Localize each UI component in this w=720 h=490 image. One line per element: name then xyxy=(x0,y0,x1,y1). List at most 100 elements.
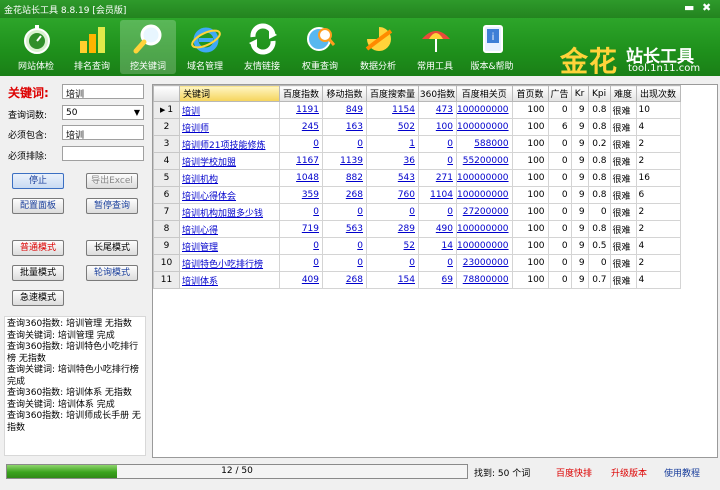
table-row[interactable]: 7 培训机构加盟多少钱 0 0 0 0 27200000 100 0 9 0 很难 2 xyxy=(153,203,681,221)
baidu-index-cell-value[interactable]: 1048 xyxy=(296,173,319,183)
col-baidu-index[interactable]: 百度指数 xyxy=(279,85,323,102)
keyword-cell[interactable]: 培训心得 xyxy=(179,220,280,238)
index-360-cell[interactable]: 0 xyxy=(418,254,457,272)
config-panel-button[interactable]: 配置面板 xyxy=(12,198,64,214)
related-pages-cell[interactable]: 55200000 xyxy=(456,152,513,170)
pause-query-button[interactable]: 暂停查询 xyxy=(86,198,138,214)
index-360-cell[interactable]: 1104 xyxy=(418,186,457,204)
stop-button[interactable]: 停止 xyxy=(12,173,64,189)
include-input[interactable]: 培训 xyxy=(62,125,144,141)
search-volume-cell[interactable]: 1 xyxy=(366,135,419,153)
index-360-cell-value[interactable]: 473 xyxy=(436,105,453,115)
upgrade-link[interactable]: 升级版本 xyxy=(611,466,647,479)
related-pages-cell[interactable]: 100000000 xyxy=(456,186,513,204)
keyword-cell-value[interactable]: 培训管理 xyxy=(182,243,218,253)
col-ads[interactable]: 广告 xyxy=(547,85,572,102)
baidu-index-cell[interactable]: 0 xyxy=(279,237,323,255)
baidu-index-cell[interactable]: 245 xyxy=(279,118,323,136)
mobile-index-cell[interactable]: 163 xyxy=(322,118,367,136)
long-tail-mode-button[interactable]: 长尾模式 xyxy=(86,240,138,256)
index-360-cell[interactable]: 14 xyxy=(418,237,457,255)
mobile-index-cell-value[interactable]: 1139 xyxy=(340,156,363,166)
mobile-index-cell-value[interactable]: 849 xyxy=(346,105,363,115)
tool-version-help[interactable]: i 版本&帮助 xyxy=(464,20,520,74)
related-pages-cell-value[interactable]: 23000000 xyxy=(463,258,509,268)
mobile-index-cell-value[interactable]: 268 xyxy=(346,190,363,200)
index-360-cell-value[interactable]: 100 xyxy=(436,122,453,132)
baidu-index-cell-value[interactable]: 0 xyxy=(313,139,319,149)
related-pages-cell[interactable]: 100000000 xyxy=(456,118,513,136)
related-pages-cell-value[interactable]: 100000000 xyxy=(457,122,508,132)
keyword-cell-value[interactable]: 培训机构 xyxy=(182,175,218,185)
search-volume-cell-value[interactable]: 760 xyxy=(398,190,415,200)
mobile-index-cell[interactable]: 849 xyxy=(322,101,367,119)
keyword-cell-value[interactable]: 培训心得体会 xyxy=(182,192,236,202)
mobile-index-cell[interactable]: 563 xyxy=(322,220,367,238)
table-row[interactable]: ▶ 1 培训 1191 849 1154 473 100000000 100 0 9 0.8 很难 10 xyxy=(153,101,681,119)
search-volume-cell[interactable]: 0 xyxy=(366,203,419,221)
results-grid[interactable]: 关键词 百度指数 移动指数 百度搜索量 360指数 百度相关页 首页数 广告 K… xyxy=(152,84,718,458)
search-volume-cell[interactable]: 760 xyxy=(366,186,419,204)
normal-mode-button[interactable]: 普通模式 xyxy=(12,240,64,256)
index-360-cell[interactable]: 69 xyxy=(418,271,457,289)
col-360-index[interactable]: 360指数 xyxy=(418,85,457,102)
keyword-cell-value[interactable]: 培训体系 xyxy=(182,277,218,287)
batch-mode-button[interactable]: 批量模式 xyxy=(12,265,64,281)
mobile-index-cell-value[interactable]: 0 xyxy=(357,258,363,268)
related-pages-cell[interactable]: 23000000 xyxy=(456,254,513,272)
index-360-cell-value[interactable]: 1104 xyxy=(430,190,453,200)
search-volume-cell[interactable]: 502 xyxy=(366,118,419,136)
keyword-cell[interactable]: 培训特色小吃排行榜 xyxy=(179,254,280,272)
keyword-cell-value[interactable]: 培训特色小吃排行榜 xyxy=(182,260,263,270)
related-pages-cell[interactable]: 100000000 xyxy=(456,220,513,238)
table-row[interactable]: 3 培训师21项技能修炼 0 0 1 0 588000 100 0 9 0.2 很难 2 xyxy=(153,135,681,153)
col-baidu-related[interactable]: 百度相关页 xyxy=(456,85,513,102)
export-excel-button[interactable]: 导出Excel xyxy=(86,173,138,189)
keyword-cell-value[interactable]: 培训机构加盟多少钱 xyxy=(182,209,263,219)
tool-site-check[interactable]: 网站体检 xyxy=(8,20,64,74)
index-360-cell-value[interactable]: 0 xyxy=(447,156,453,166)
search-volume-cell-value[interactable]: 0 xyxy=(409,258,415,268)
index-360-cell[interactable]: 473 xyxy=(418,101,457,119)
baidu-index-cell[interactable]: 719 xyxy=(279,220,323,238)
index-360-cell[interactable]: 0 xyxy=(418,135,457,153)
mobile-index-cell[interactable]: 268 xyxy=(322,271,367,289)
mobile-index-cell-value[interactable]: 163 xyxy=(346,122,363,132)
exclude-input[interactable] xyxy=(62,146,144,161)
keyword-cell[interactable]: 培训机构 xyxy=(179,169,280,187)
index-360-cell[interactable]: 271 xyxy=(418,169,457,187)
index-360-cell-value[interactable]: 490 xyxy=(436,224,453,234)
mobile-index-cell-value[interactable]: 882 xyxy=(346,173,363,183)
mobile-index-cell[interactable]: 268 xyxy=(322,186,367,204)
search-volume-cell-value[interactable]: 502 xyxy=(398,122,415,132)
baidu-index-cell[interactable]: 1167 xyxy=(279,152,323,170)
related-pages-cell-value[interactable]: 100000000 xyxy=(457,105,508,115)
search-volume-cell-value[interactable]: 1154 xyxy=(392,105,415,115)
keyword-input[interactable]: 培训 xyxy=(62,84,144,100)
tool-friend-links[interactable]: 友情链接 xyxy=(234,20,290,74)
related-pages-cell[interactable]: 100000000 xyxy=(456,237,513,255)
keyword-cell[interactable]: 培训 xyxy=(179,101,280,119)
loop-mode-button[interactable]: 轮询模式 xyxy=(86,265,138,281)
baidu-index-cell[interactable]: 1048 xyxy=(279,169,323,187)
table-row[interactable]: 9 培训管理 0 0 52 14 100000000 100 0 9 0.5 很难 4 xyxy=(153,237,681,255)
index-360-cell-value[interactable]: 69 xyxy=(442,275,453,285)
search-volume-cell[interactable]: 36 xyxy=(366,152,419,170)
related-pages-cell-value[interactable]: 55200000 xyxy=(463,156,509,166)
related-pages-cell-value[interactable]: 100000000 xyxy=(457,224,508,234)
keyword-cell-value[interactable]: 培训 xyxy=(182,107,200,117)
keyword-cell[interactable]: 培训心得体会 xyxy=(179,186,280,204)
col-kr[interactable]: Kr xyxy=(570,85,589,102)
tool-weight-query[interactable]: 权重查询 xyxy=(292,20,348,74)
search-volume-cell-value[interactable]: 52 xyxy=(404,241,415,251)
baidu-index-cell[interactable]: 0 xyxy=(279,135,323,153)
index-360-cell-value[interactable]: 0 xyxy=(447,139,453,149)
mobile-index-cell[interactable]: 0 xyxy=(322,135,367,153)
mobile-index-cell-value[interactable]: 0 xyxy=(357,139,363,149)
mobile-index-cell[interactable]: 0 xyxy=(322,203,367,221)
col-baidu-search-volume[interactable]: 百度搜索量 xyxy=(366,85,419,102)
search-volume-cell-value[interactable]: 1 xyxy=(409,139,415,149)
col-kpi[interactable]: Kpi xyxy=(587,85,611,102)
baidu-index-cell-value[interactable]: 245 xyxy=(302,122,319,132)
table-row[interactable]: 10 培训特色小吃排行榜 0 0 0 0 23000000 100 0 9 0 很难 2 xyxy=(153,254,681,272)
